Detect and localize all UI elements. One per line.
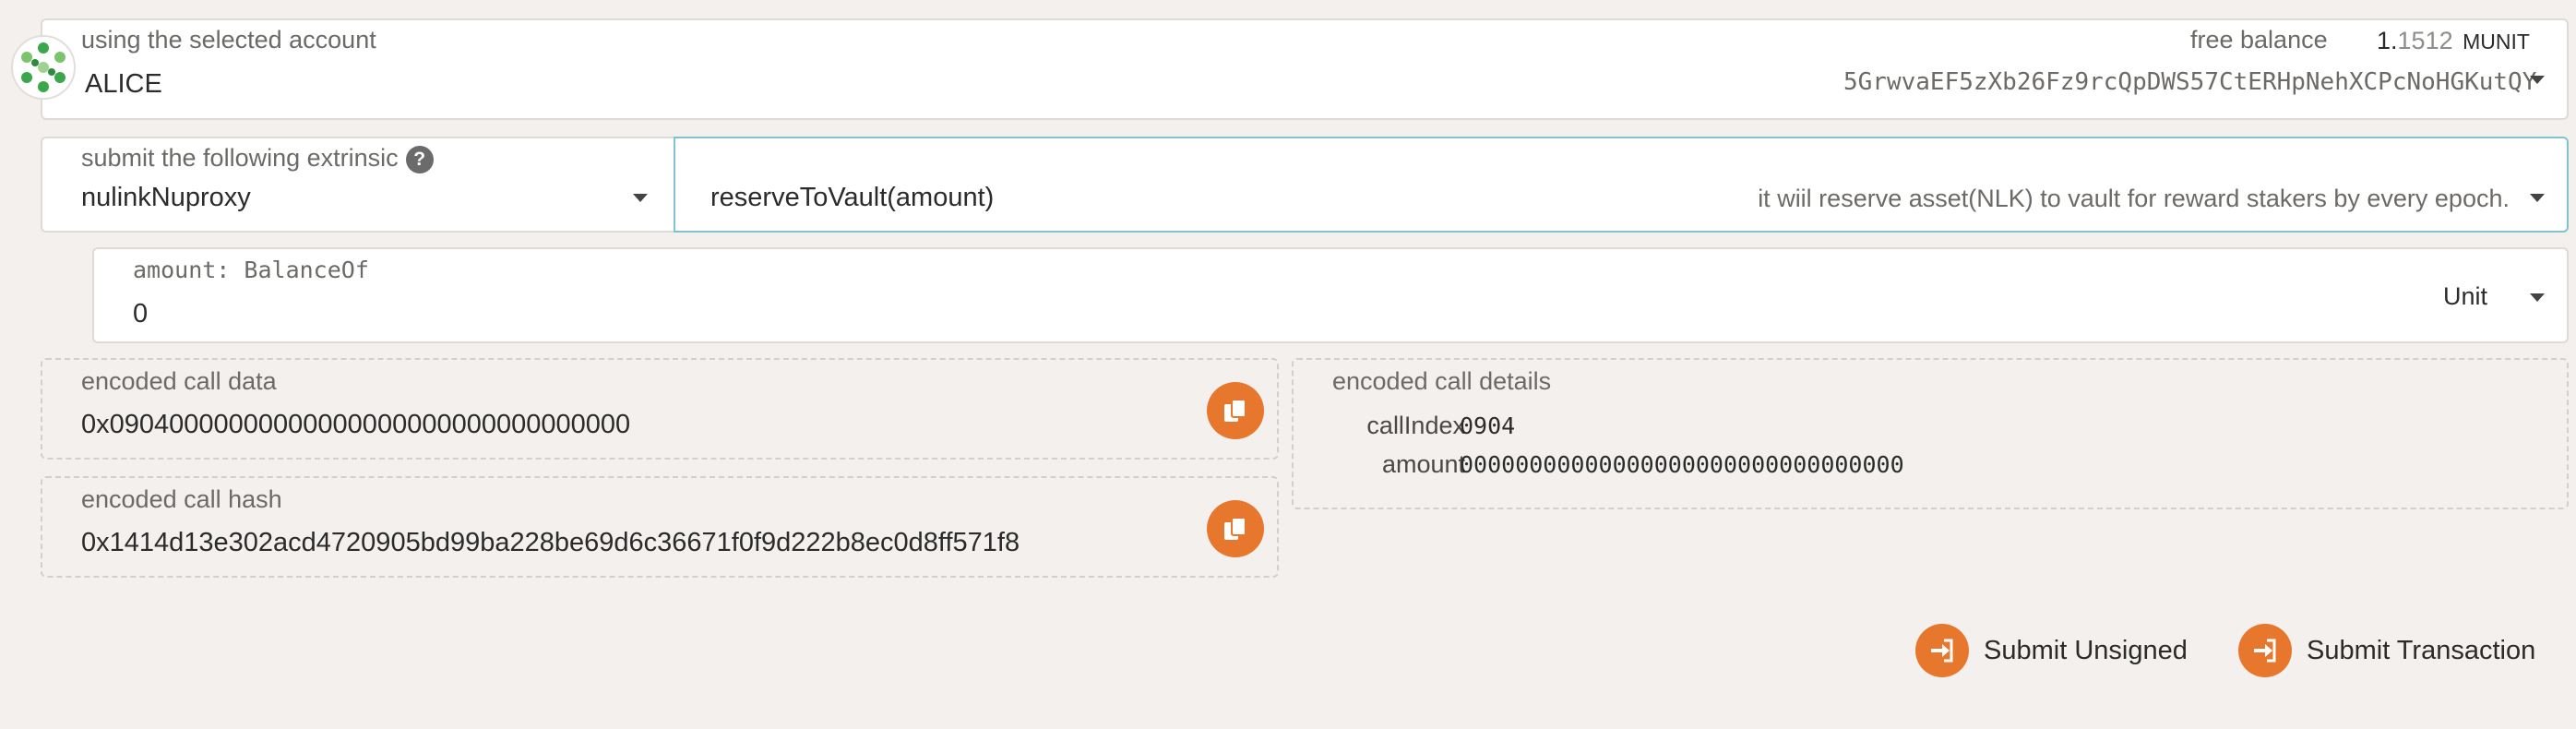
amount-detail-label: amount [1381, 450, 1465, 478]
extrinsic-label: submit the following extrinsic? [81, 144, 434, 173]
submit-transaction-button[interactable]: Submit Transaction [2238, 624, 2535, 677]
sign-in-icon [2254, 639, 2276, 663]
help-icon[interactable]: ? [405, 145, 434, 173]
encoded-call-hash-value: 0x1414d13e302acd4720905bd99ba228be69d6c3… [81, 528, 1020, 557]
encoded-call-data-value: 0x09040000000000000000000000000000000 [81, 410, 631, 439]
pallet-value: nulinkNuproxy [81, 183, 251, 212]
encoded-call-hash-panel: encoded call hash 0x1414d13e302acd472090… [41, 476, 1279, 578]
submit-unsigned-icon-wrap [1915, 624, 1969, 677]
call-index-label: callIndex [1366, 412, 1465, 439]
encoded-call-hash-label: encoded call hash [81, 485, 282, 513]
account-selector[interactable]: using the selected account ALICE free ba… [41, 18, 2569, 120]
copy-icon [1224, 399, 1246, 422]
submit-transaction-label: Submit Transaction [2307, 635, 2536, 665]
amount-param-label: amount: BalanceOf [133, 257, 369, 283]
identicon-icon [21, 42, 66, 92]
extrinsic-pallet-select[interactable]: submit the following extrinsic? nulinkNu… [41, 137, 675, 233]
account-avatar [11, 35, 76, 100]
copy-call-data-button[interactable] [1207, 382, 1264, 439]
amount-detail-value: 00000000000000000000000000000000 [1460, 451, 1904, 478]
submit-transaction-icon-wrap [2238, 624, 2292, 677]
encoded-call-details-panel: encoded call details callIndex 0904 amou… [1292, 358, 2569, 509]
sign-in-icon [1931, 639, 1953, 663]
unit-select[interactable]: Unit [2443, 282, 2487, 311]
method-value: reserveToVault(amount) [710, 183, 995, 212]
account-dropdown-chevron-icon[interactable] [2530, 76, 2545, 84]
free-balance-label: free balance [2190, 26, 2328, 54]
call-index-value: 0904 [1460, 412, 1516, 439]
encoded-call-data-label: encoded call data [81, 367, 277, 395]
amount-param-value[interactable]: 0 [133, 299, 148, 329]
method-description: it wiil reserve asset(NLK) to vault for … [1758, 185, 2510, 212]
copy-call-hash-button[interactable] [1207, 500, 1264, 557]
submit-unsigned-label: Submit Unsigned [1984, 635, 2188, 665]
extrinsic-method-select[interactable]: reserveToVault(amount) it wiil reserve a… [674, 137, 2569, 233]
copy-icon [1224, 517, 1246, 540]
unit-dropdown-chevron-icon[interactable] [2530, 293, 2545, 302]
encoded-call-data-panel: encoded call data 0x09040000000000000000… [41, 358, 1279, 460]
account-name: ALICE [85, 69, 162, 99]
method-dropdown-chevron-icon[interactable] [2530, 194, 2545, 202]
account-address: 5GrwvaEF5zXb26Fz9rcQpDWS57CtERHpNehXCPcN… [1843, 68, 2537, 96]
amount-param-input[interactable]: amount: BalanceOf 0 Unit [92, 247, 2569, 343]
encoded-call-details-label: encoded call details [1332, 367, 1552, 395]
account-label: using the selected account [81, 26, 376, 54]
free-balance-value: 1.1512 MUNIT [2377, 27, 2530, 54]
pallet-dropdown-chevron-icon[interactable] [633, 194, 648, 202]
submit-unsigned-button[interactable]: Submit Unsigned [1915, 624, 2188, 677]
